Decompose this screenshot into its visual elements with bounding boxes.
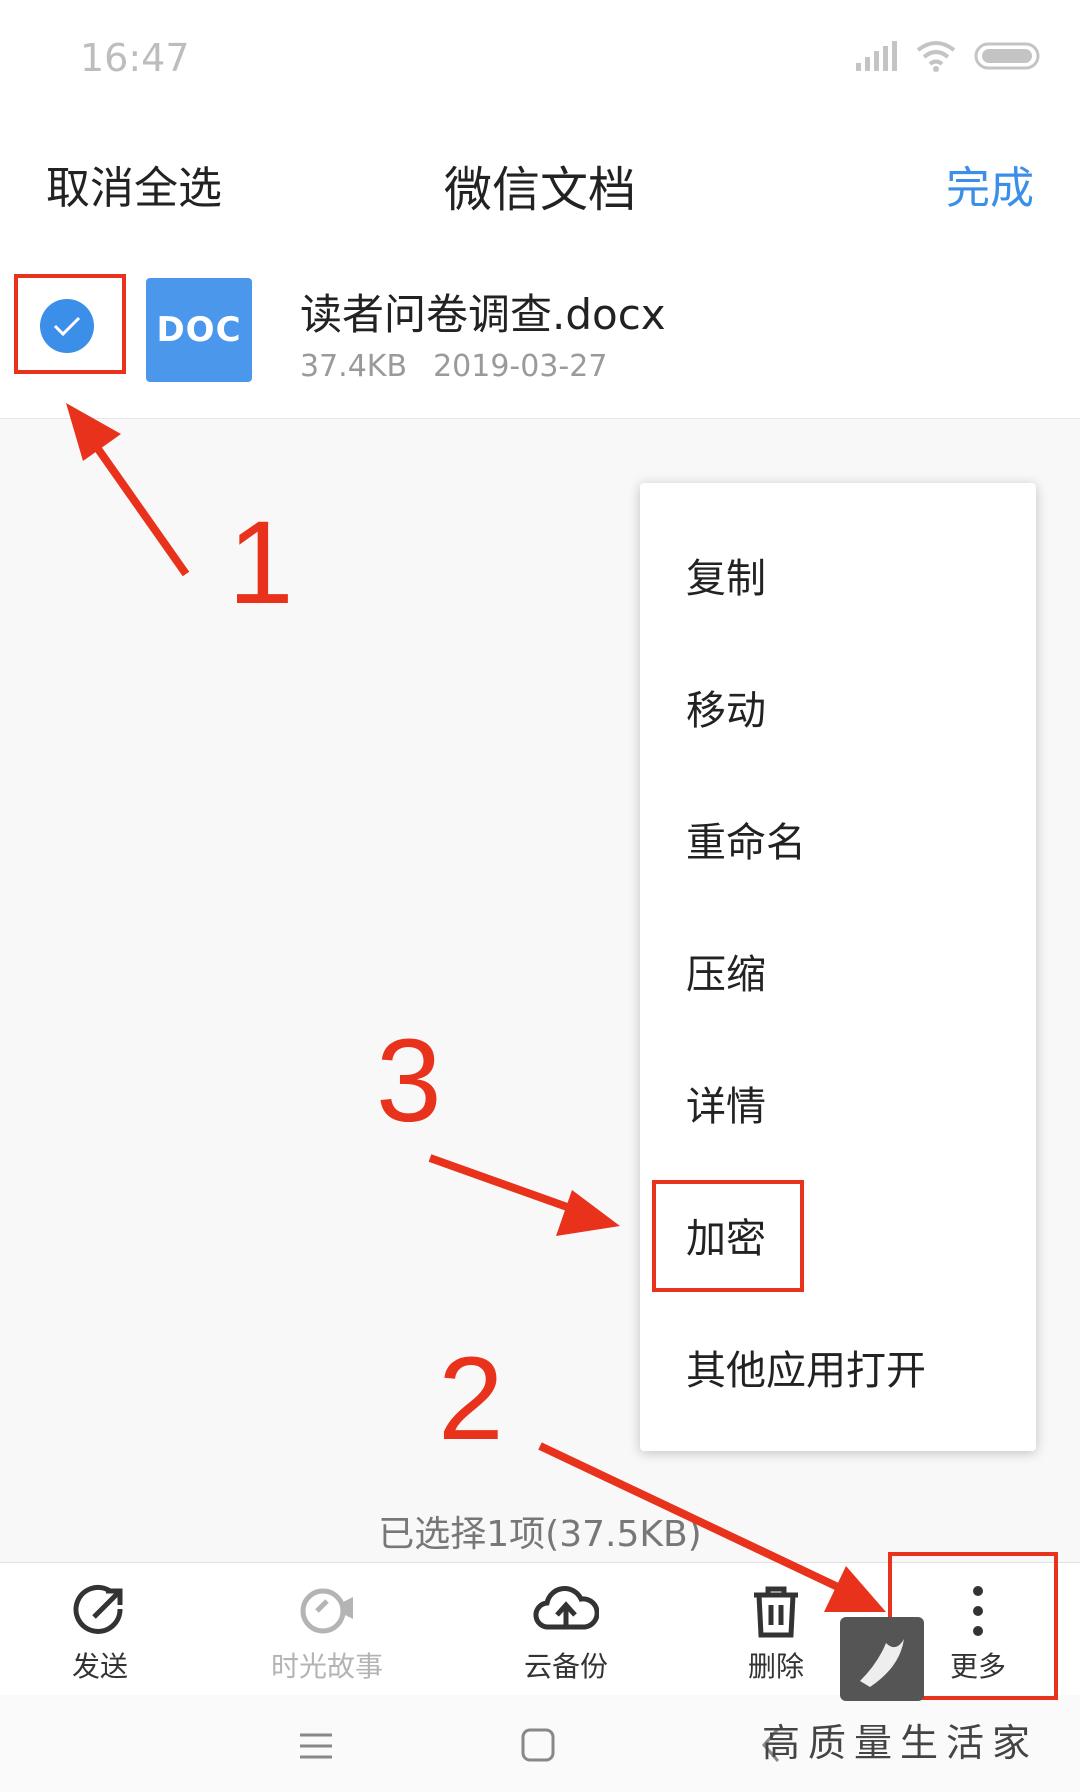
arrow-step-2 bbox=[538, 1442, 886, 1612]
annotation-number-2: 2 bbox=[438, 1333, 504, 1465]
watermark-text: 高质量生活家 bbox=[762, 1721, 1039, 1765]
annotation-number-1: 1 bbox=[228, 497, 294, 629]
watermark-logo bbox=[840, 1617, 924, 1701]
arrow-step-3 bbox=[428, 1154, 620, 1236]
annotation-arrows bbox=[66, 403, 886, 1612]
arrow-step-1 bbox=[66, 403, 190, 577]
annotation-number-3: 3 bbox=[376, 1015, 442, 1147]
bird-icon bbox=[860, 1639, 904, 1687]
